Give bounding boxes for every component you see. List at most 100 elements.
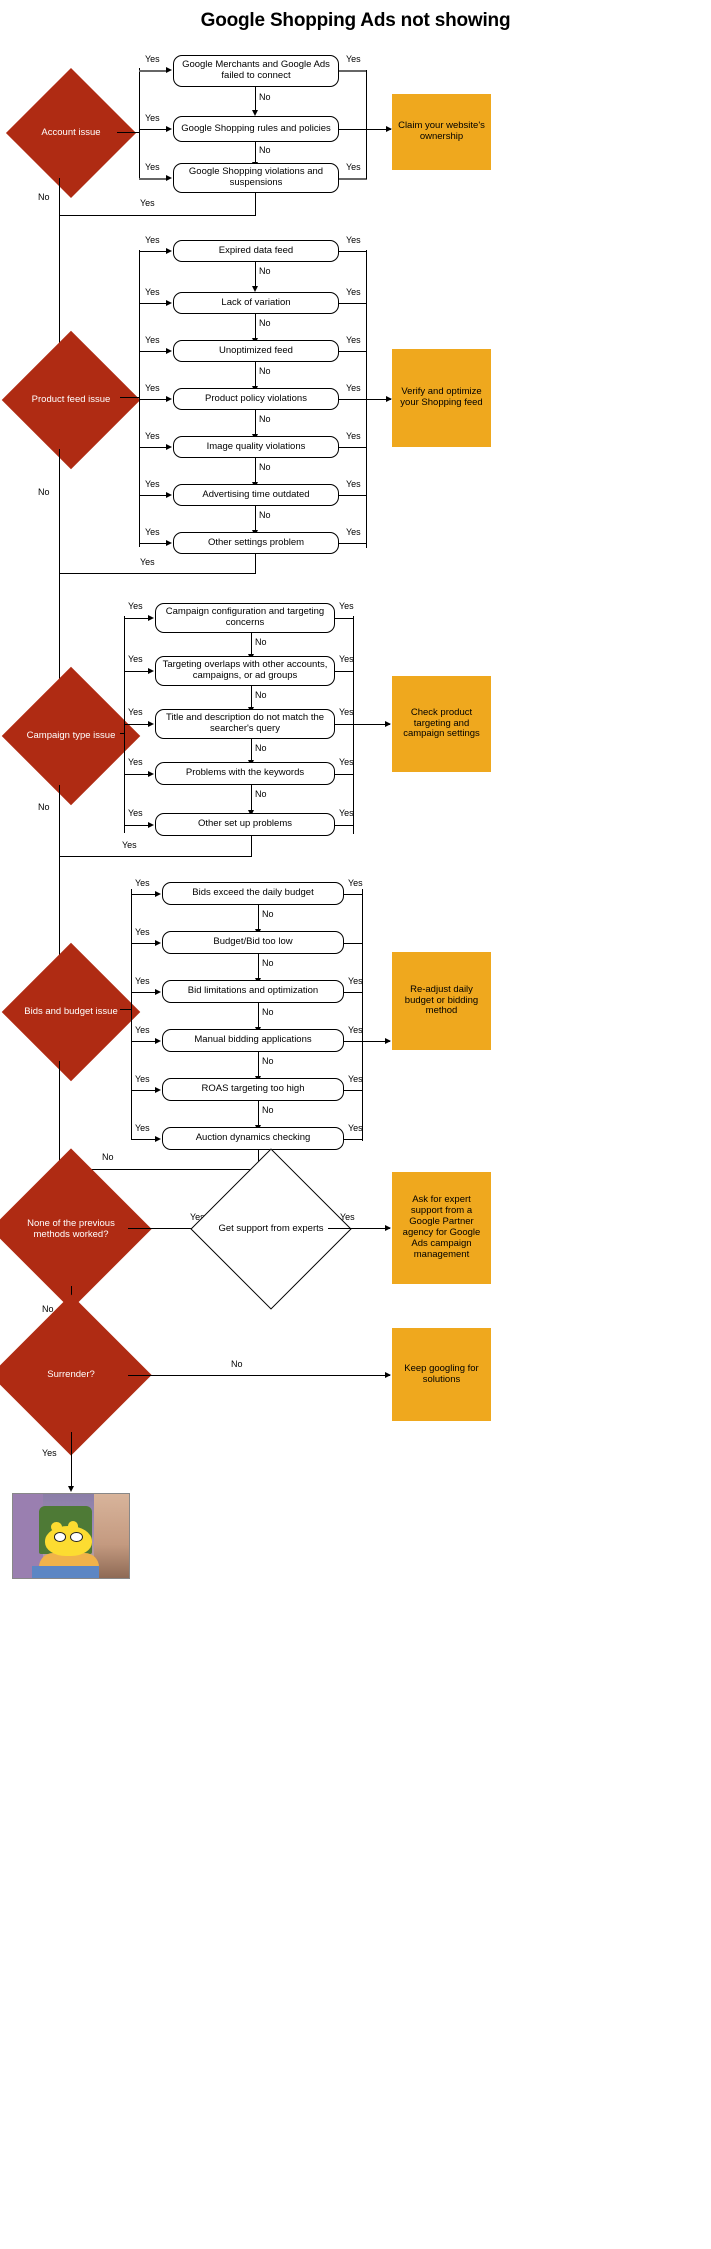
- arrowhead: [148, 615, 154, 621]
- edge-label-no: No: [262, 1056, 274, 1066]
- edge-pf-3-no: [255, 362, 257, 387]
- edge-pf-5-no: [255, 458, 257, 483]
- node-ct-5[interactable]: Other set up problems: [155, 813, 335, 836]
- edge-account-trunk-vertical: [139, 68, 141, 178]
- edge-label-yes: Yes: [135, 878, 150, 888]
- edge-in-pf-1: [139, 251, 167, 253]
- node-account-3[interactable]: Google Shopping violations and suspensio…: [173, 163, 339, 193]
- arrowhead: [166, 67, 172, 73]
- edge-label-yes: Yes: [145, 527, 160, 537]
- character-eye-left: [53, 1531, 67, 1542]
- decision-account-issue[interactable]: Account issue: [5, 67, 137, 199]
- edge-label-yes: Yes: [339, 757, 354, 767]
- edge-in-pf-6: [139, 495, 167, 497]
- edge-label-yes: Yes: [340, 1212, 355, 1222]
- node-bb-3[interactable]: Bid limitations and optimization: [162, 980, 344, 1003]
- outcome-account[interactable]: Claim your website's ownership: [392, 94, 491, 170]
- character-eye-right: [69, 1531, 83, 1542]
- node-pf-4[interactable]: Product policy violations: [173, 388, 339, 410]
- final-image: [12, 1493, 130, 1579]
- edge-account-trunk: [117, 132, 140, 134]
- edge-in-ct-4: [124, 774, 149, 776]
- edge-label-no: No: [259, 366, 271, 376]
- node-bb-4[interactable]: Manual bidding applications: [162, 1029, 344, 1052]
- outcome-keep-googling[interactable]: Keep googling for solutions: [392, 1328, 491, 1421]
- node-label: Google Merchants and Google Ads failed t…: [182, 59, 330, 81]
- arrowhead: [155, 891, 161, 897]
- edge-label-yes: Yes: [145, 431, 160, 441]
- node-label: Bids exceed the daily budget: [192, 887, 314, 899]
- node-ct-4[interactable]: Problems with the keywords: [155, 762, 335, 785]
- edge-bb-5-no: [258, 1101, 260, 1126]
- edge-in-pf-2: [139, 303, 167, 305]
- node-bb-5[interactable]: ROAS targeting too high: [162, 1078, 344, 1101]
- character-shirt: [31, 1566, 99, 1578]
- node-account-2[interactable]: Google Shopping rules and policies: [173, 116, 339, 142]
- edge-label-yes: Yes: [135, 976, 150, 986]
- node-pf-7[interactable]: Other settings problem: [173, 532, 339, 554]
- edge-ct-5-down: [251, 836, 253, 857]
- edge-in-bb-2: [131, 943, 156, 945]
- outcome-product-feed[interactable]: Verify and optimize your Shopping feed: [392, 349, 491, 447]
- edge-in-account-2: [139, 129, 167, 131]
- node-label: Advertising time outdated: [202, 488, 310, 500]
- node-pf-1[interactable]: Expired data feed: [173, 240, 339, 262]
- node-bb-6[interactable]: Auction dynamics checking: [162, 1127, 344, 1150]
- edge-label-no: No: [38, 192, 50, 202]
- edge-in-bb-1: [131, 894, 156, 896]
- arrowhead: [155, 1136, 161, 1142]
- decision-campaign-type-issue[interactable]: Campaign type issue: [1, 666, 141, 806]
- node-pf-3[interactable]: Unoptimized feed: [173, 340, 339, 362]
- node-label: Other settings problem: [207, 536, 305, 548]
- node-bb-2[interactable]: Budget/Bid too low: [162, 931, 344, 954]
- node-label: Campaign configuration and targeting con…: [165, 606, 325, 628]
- edge-pf-1-no: [255, 262, 257, 287]
- node-account-1[interactable]: Google Merchants and Google Ads failed t…: [173, 55, 339, 87]
- outcome-bids-budget[interactable]: Re-adjust daily budget or bidding method: [392, 952, 491, 1050]
- edge-out-ct-2: [335, 671, 354, 673]
- edge-label-yes: Yes: [346, 54, 361, 64]
- node-ct-2[interactable]: Targeting overlaps with other accounts, …: [155, 656, 335, 686]
- node-pf-5[interactable]: Image quality violations: [173, 436, 339, 458]
- decision-none-worked[interactable]: None of the previous methods worked?: [0, 1148, 152, 1310]
- arrowhead: [166, 126, 172, 132]
- decision-surrender[interactable]: Surrender?: [0, 1294, 152, 1456]
- node-label: Targeting overlaps with other accounts, …: [162, 659, 328, 681]
- node-ct-3[interactable]: Title and description do not match the s…: [155, 709, 335, 739]
- node-label: Bid limitations and optimization: [187, 985, 319, 997]
- node-get-support[interactable]: Get support from experts: [190, 1148, 352, 1310]
- edge-bb-return-vertical: [362, 889, 364, 1141]
- edge-label-no: No: [38, 487, 50, 497]
- edge-out-pf-5: [339, 447, 367, 449]
- edge-bb-4-no: [258, 1052, 260, 1077]
- arrowhead: [148, 822, 154, 828]
- outcome-expert-support[interactable]: Ask for expert support from a Google Par…: [392, 1172, 491, 1284]
- edge-label-yes: Yes: [128, 808, 143, 818]
- edge-label-no: No: [259, 510, 271, 520]
- edge-in-bb-5: [131, 1090, 156, 1092]
- decision-label: Product feed issue: [31, 394, 111, 406]
- node-label: Get support from experts: [218, 1223, 324, 1235]
- edge-label-yes: Yes: [128, 707, 143, 717]
- decision-bids-budget-issue[interactable]: Bids and budget issue: [1, 942, 141, 1082]
- arrowhead: [166, 396, 172, 402]
- edge-label-yes: Yes: [339, 808, 354, 818]
- edge-in-bb-3: [131, 992, 156, 994]
- decision-product-feed-issue[interactable]: Product feed issue: [1, 330, 141, 470]
- node-pf-6[interactable]: Advertising time outdated: [173, 484, 339, 506]
- edge-label-yes: Yes: [339, 601, 354, 611]
- edge-pf-4-no: [255, 410, 257, 435]
- arrowhead: [166, 348, 172, 354]
- arrowhead: [155, 1087, 161, 1093]
- node-pf-2[interactable]: Lack of variation: [173, 292, 339, 314]
- node-label: Unoptimized feed: [219, 344, 293, 356]
- edge-out-ct-3: [335, 724, 390, 726]
- outcome-label: Verify and optimize your Shopping feed: [400, 386, 483, 408]
- node-ct-1[interactable]: Campaign configuration and targeting con…: [155, 603, 335, 633]
- outcome-campaign-type[interactable]: Check product targeting and campaign set…: [392, 676, 491, 772]
- edge-in-ct-3: [124, 724, 149, 726]
- edge-label-yes: Yes: [128, 654, 143, 664]
- node-bb-1[interactable]: Bids exceed the daily budget: [162, 882, 344, 905]
- arrowhead: [166, 300, 172, 306]
- decision-label: Bids and budget issue: [24, 1006, 118, 1018]
